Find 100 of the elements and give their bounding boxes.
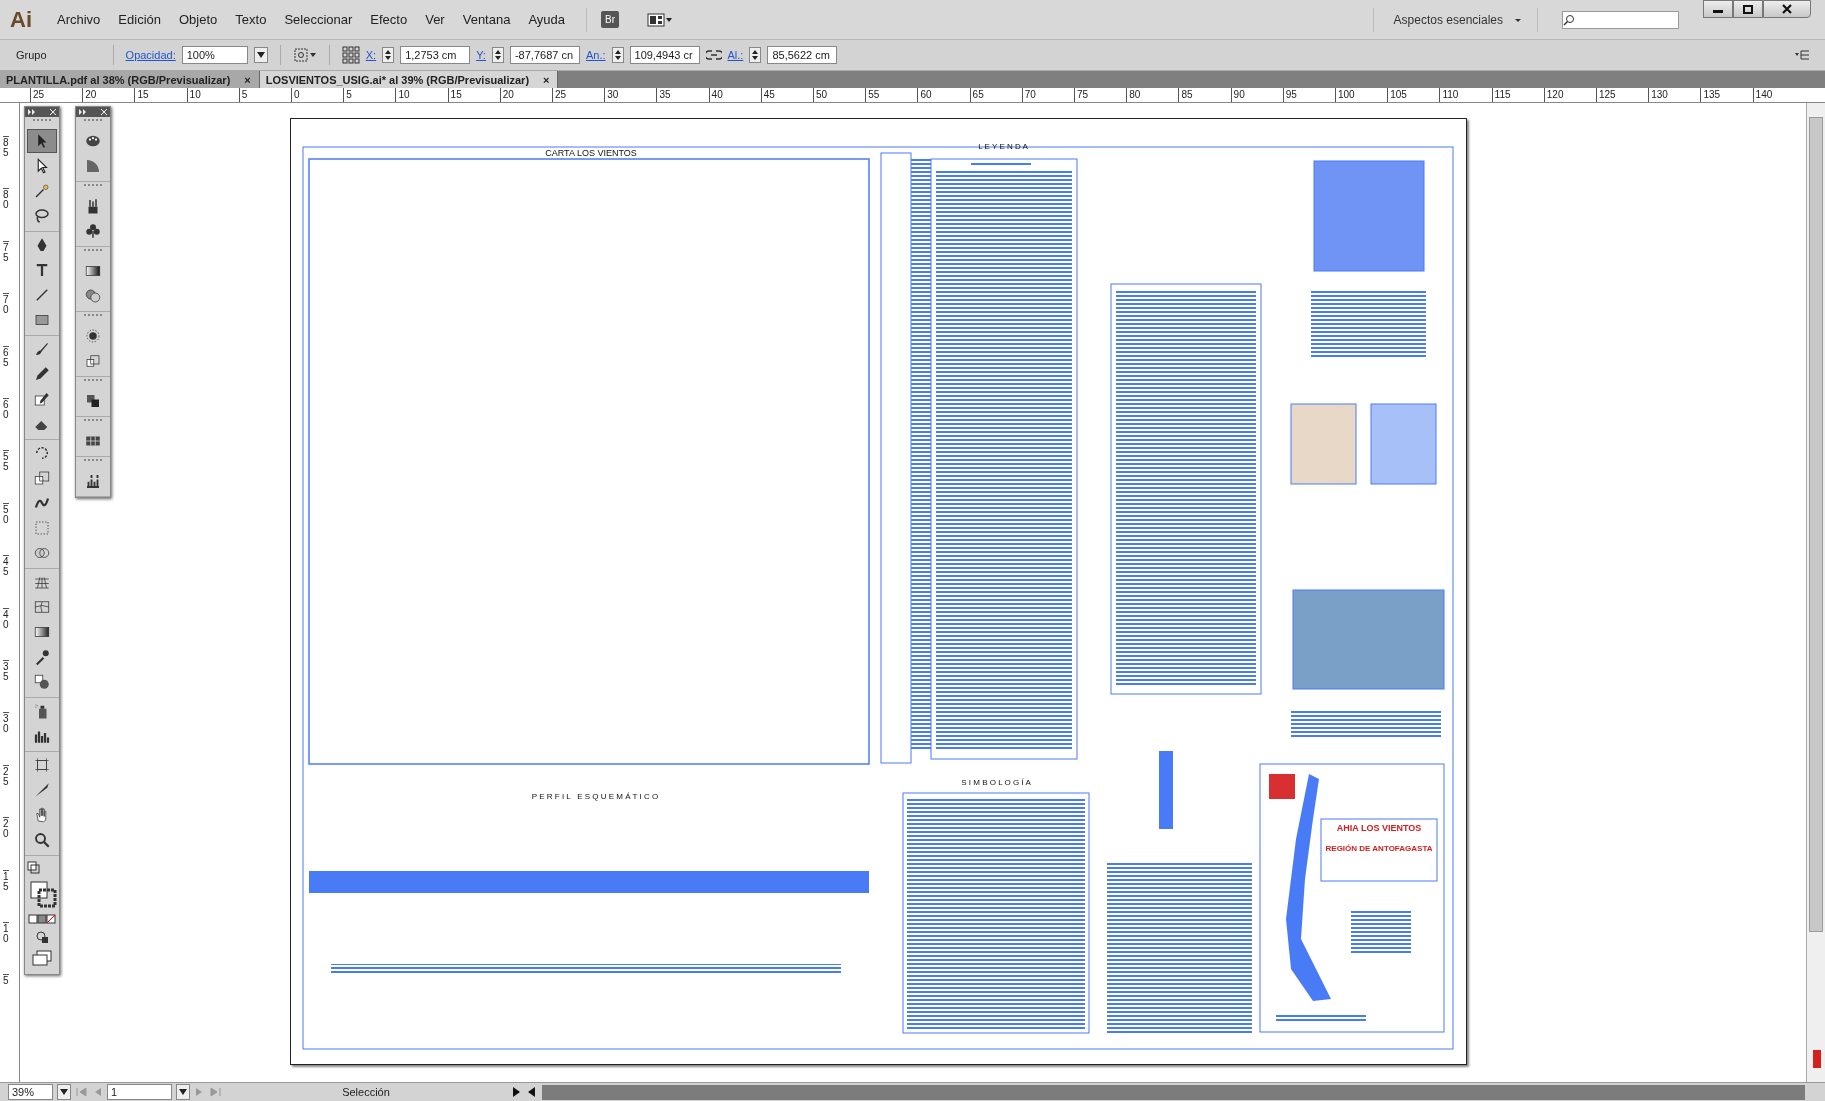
y-field[interactable]: -87,7687 cn: [509, 46, 580, 64]
ruler-number: 5: [343, 88, 352, 102]
menu-item[interactable]: Ayuda: [521, 9, 573, 30]
horizontal-scrollbar[interactable]: [542, 1084, 1805, 1100]
ruler-number: 85: [3, 136, 9, 158]
reference-point-icon: [292, 47, 317, 63]
close-button[interactable]: [1763, 0, 1811, 18]
up-down-arrows-icon: [384, 49, 393, 61]
menu-item[interactable]: Archivo: [50, 9, 108, 30]
workspace-menu[interactable]: Aspectos esenciales: [1387, 10, 1509, 29]
ruler-number: 120: [1543, 88, 1564, 102]
free-transform-icon: [33, 519, 51, 537]
ruler-number: 45: [3, 555, 9, 578]
ruler-number: 20: [499, 88, 514, 102]
menu-item[interactable]: Seleccionar: [277, 9, 360, 30]
close-icon[interactable]: [101, 109, 107, 115]
stepper-button[interactable]: [382, 47, 395, 63]
maximize-button[interactable]: [1733, 0, 1763, 18]
down-triangle-icon: [60, 1089, 68, 1095]
bridge-button[interactable]: Br: [601, 11, 620, 28]
ruler-number: 75: [1074, 88, 1089, 102]
eyedropper-icon: [33, 648, 51, 666]
overlapping-circles-icon: [84, 287, 102, 305]
tab-title: LOSVIENTOS_USIG.ai* al 39% (RGB/Previsualizar): [265, 73, 530, 86]
ruler-number: 10: [395, 88, 410, 102]
ruler-number: 75: [3, 240, 9, 263]
brush-icon: [33, 340, 51, 358]
ruler-number: 30: [604, 88, 619, 102]
ruler-number: 100: [1335, 88, 1355, 102]
screen-mode-icon[interactable]: [32, 950, 52, 966]
menu-item[interactable]: Ver: [418, 9, 452, 30]
artboard-icon: [33, 756, 51, 774]
height-label[interactable]: Al.:: [727, 49, 744, 61]
vertical-scrollbar[interactable]: [1806, 103, 1825, 1082]
ruler-number: 60: [917, 88, 932, 102]
width-field[interactable]: 109,4943 cr: [629, 46, 700, 64]
opacity-label[interactable]: Opacidad:: [125, 49, 176, 61]
document-tab[interactable]: PLANTILLA.pdf al 38% (RGB/Previsualizar) ×: [0, 71, 260, 88]
ruler-number: 45: [760, 88, 775, 102]
ruler-number: 70: [3, 293, 9, 316]
draw-mode-icon[interactable]: [35, 930, 49, 944]
ruler-number: 115: [1491, 88, 1511, 102]
arrange-documents-button[interactable]: [647, 12, 674, 27]
ruler-number: 10: [3, 922, 9, 944]
x-label[interactable]: X:: [365, 49, 377, 61]
tab-close[interactable]: ×: [543, 73, 550, 86]
ruler-number: 5: [238, 88, 248, 102]
menu-item[interactable]: Efecto: [363, 9, 415, 30]
page-field[interactable]: 1: [107, 1084, 172, 1100]
close-icon[interactable]: [50, 109, 56, 115]
x-field[interactable]: 1,2753 cm: [400, 46, 471, 64]
blob-brush-icon: [33, 390, 51, 408]
ruler-number: 80: [3, 188, 9, 211]
dropdown-button[interactable]: [176, 1084, 190, 1100]
tool-status: Selección: [341, 1086, 391, 1098]
height-field[interactable]: 85,5622 cm: [767, 46, 838, 64]
ruler-number: 55: [3, 450, 9, 473]
scroll-left-icon[interactable]: [526, 1086, 538, 1098]
dropdown-button[interactable]: [253, 47, 268, 63]
ruler-number: 15: [3, 869, 9, 892]
zoom-field[interactable]: 39%: [8, 1084, 53, 1100]
zoom-icon: [33, 831, 51, 849]
ruler-number: 55: [865, 88, 880, 102]
ruler-number: 70: [1021, 88, 1036, 102]
y-label[interactable]: Y:: [476, 49, 486, 61]
color-mode-icon[interactable]: [28, 914, 56, 924]
fill-stroke-drawing[interactable]: [27, 860, 57, 910]
width-label[interactable]: An.:: [585, 49, 606, 61]
ruler-number: 60: [3, 398, 9, 420]
ruler-number: 15: [447, 88, 462, 102]
dropdown-button[interactable]: [57, 1084, 71, 1100]
stepper-button[interactable]: [611, 47, 624, 63]
expand-icon[interactable]: [79, 109, 87, 115]
document-tab[interactable]: LOSVIENTOS_USIG.ai* al 39% (RGB/Previsualizar) ×: [259, 71, 559, 88]
reference-grid-icon: [341, 46, 360, 64]
ruler-number: 125: [1596, 88, 1616, 102]
tab-close[interactable]: ×: [244, 73, 251, 86]
close-icon: [1782, 4, 1792, 14]
panel-menu-icon[interactable]: [1795, 50, 1809, 60]
tab-title: PLANTILLA.pdf al 38% (RGB/Previsualizar): [6, 73, 231, 86]
scale-icon: [33, 469, 51, 487]
menu-item[interactable]: Edición: [111, 9, 168, 30]
align-bars-icon: [84, 472, 102, 490]
minimize-button[interactable]: [1703, 0, 1733, 18]
rotate-icon: [33, 444, 51, 462]
expand-icon[interactable]: [28, 109, 36, 115]
stepper-button[interactable]: [491, 47, 504, 63]
play-icon[interactable]: [510, 1086, 522, 1098]
stepper-button[interactable]: [749, 47, 762, 63]
menu-item[interactable]: Texto: [228, 9, 274, 30]
search-field[interactable]: [1562, 10, 1679, 29]
menu-item[interactable]: Objeto: [172, 9, 225, 30]
symbology-title: S I M B O L O G Í A: [961, 778, 1031, 787]
opacity-field[interactable]: 100%: [181, 46, 248, 64]
ruler-number: 35: [656, 88, 671, 102]
legend-title: L E Y E N D A: [978, 142, 1028, 151]
menu-item[interactable]: Ventana: [455, 9, 518, 30]
layered-squares-icon: [84, 392, 102, 410]
stacked-squares-icon: [84, 352, 102, 370]
ruler-number: 5: [3, 974, 9, 987]
